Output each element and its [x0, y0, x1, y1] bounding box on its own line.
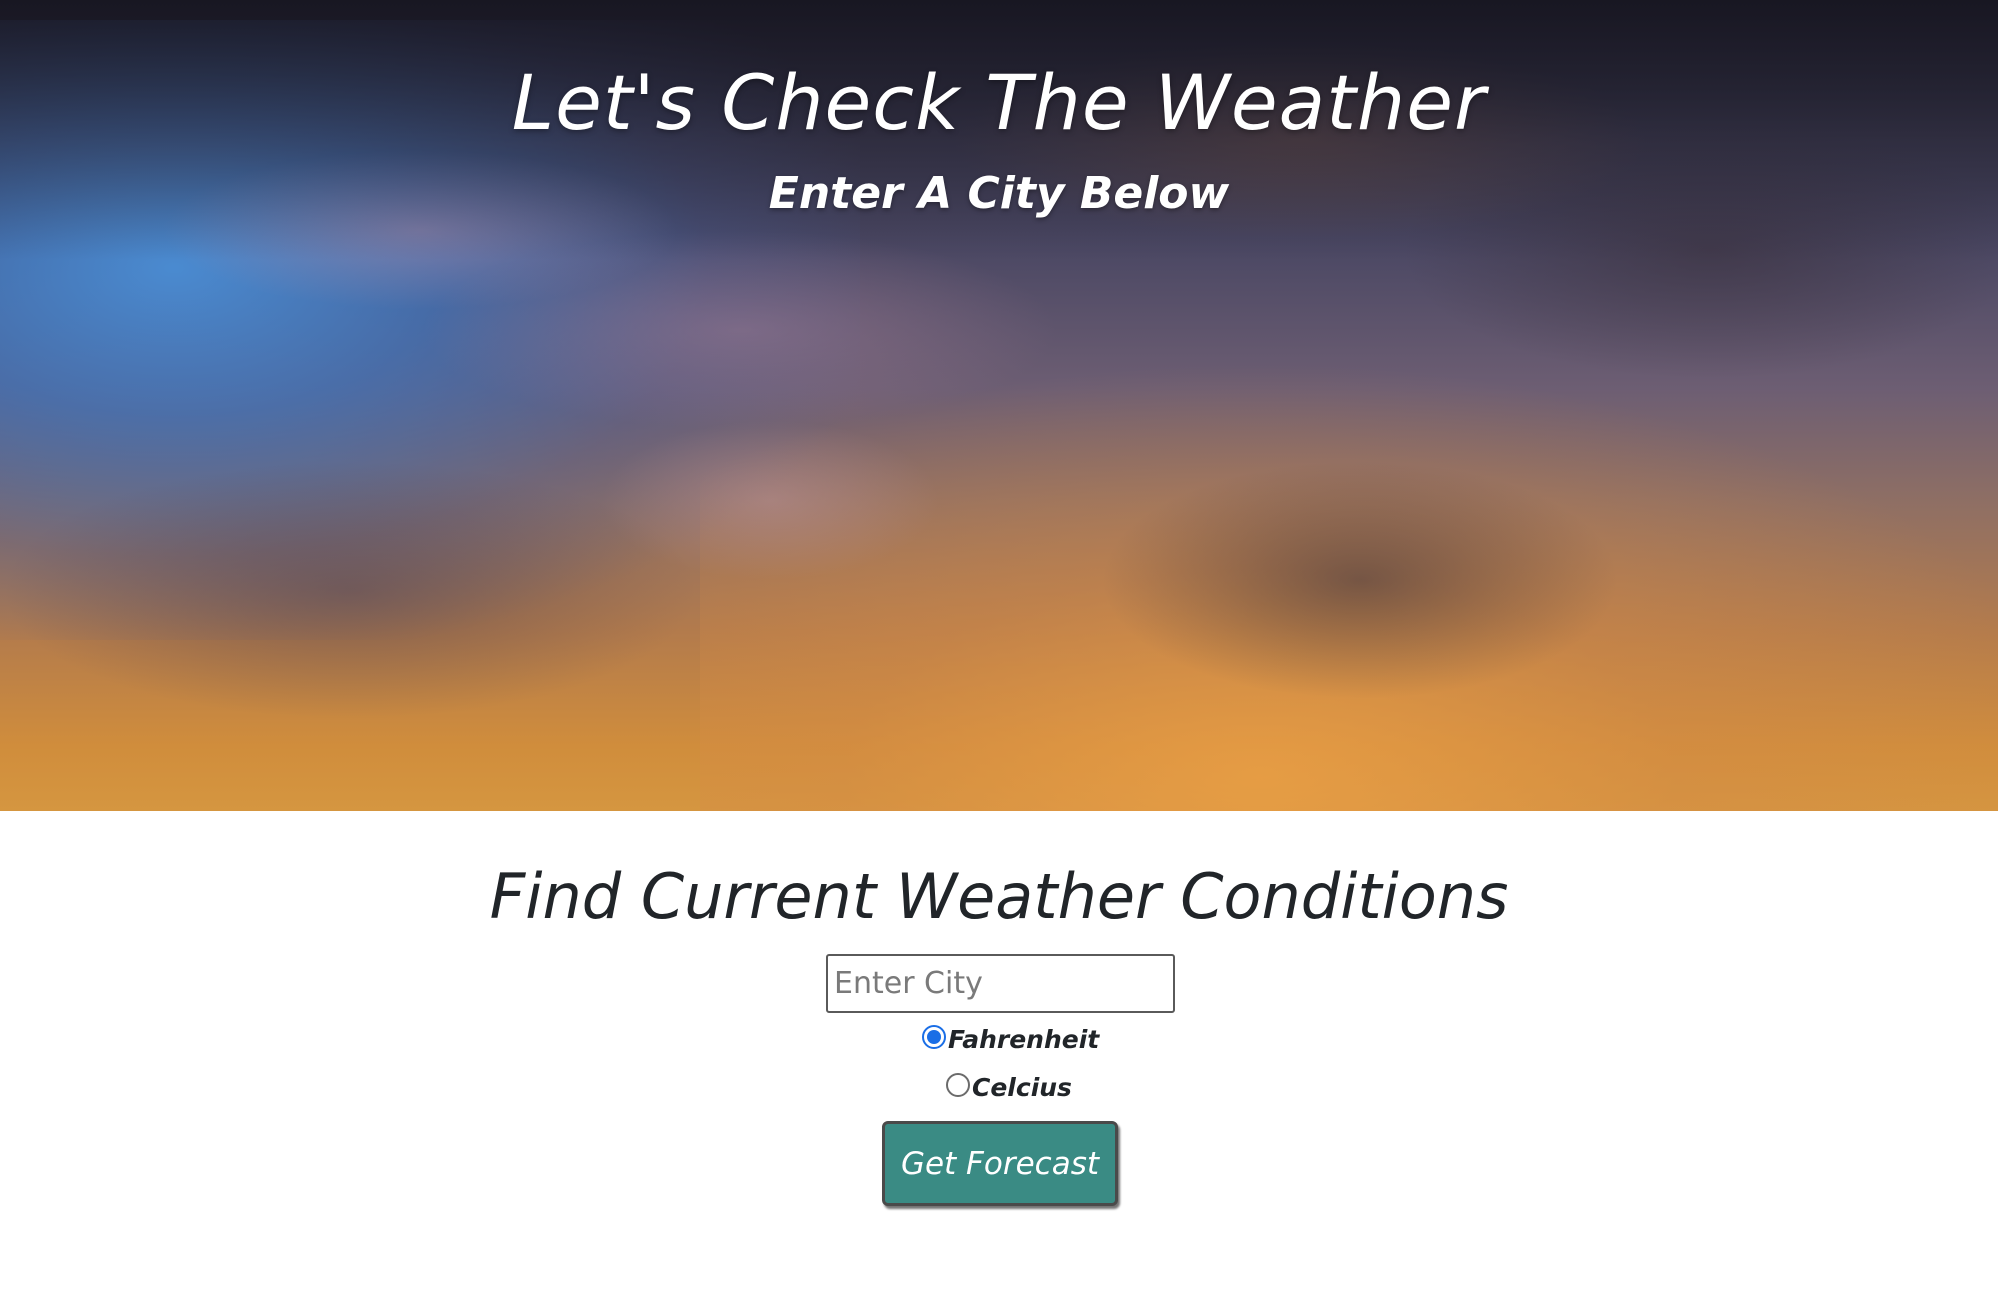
hero-title: Let's Check The Weather: [511, 58, 1487, 147]
hero-banner: Let's Check The Weather Enter A City Bel…: [0, 0, 1998, 811]
cloud: [420, 230, 1060, 430]
city-input[interactable]: [826, 954, 1175, 1013]
radio-celcius[interactable]: Celcius: [946, 1070, 1072, 1102]
radio-fahrenheit[interactable]: Fahrenheit: [922, 1022, 1100, 1054]
cloud: [1100, 460, 1620, 700]
cloud: [0, 460, 700, 720]
get-forecast-button[interactable]: Get Forecast: [882, 1121, 1118, 1206]
radio-label-fahrenheit: Fahrenheit: [948, 1025, 1100, 1054]
radio-button-celcius[interactable]: [946, 1072, 970, 1097]
radio-label-celcius: Celcius: [972, 1073, 1072, 1102]
page-heading: Find Current Weather Conditions: [489, 860, 1509, 933]
radio-button-fahrenheit[interactable]: [922, 1024, 946, 1049]
hero-subtitle: Enter A City Below: [768, 168, 1230, 219]
